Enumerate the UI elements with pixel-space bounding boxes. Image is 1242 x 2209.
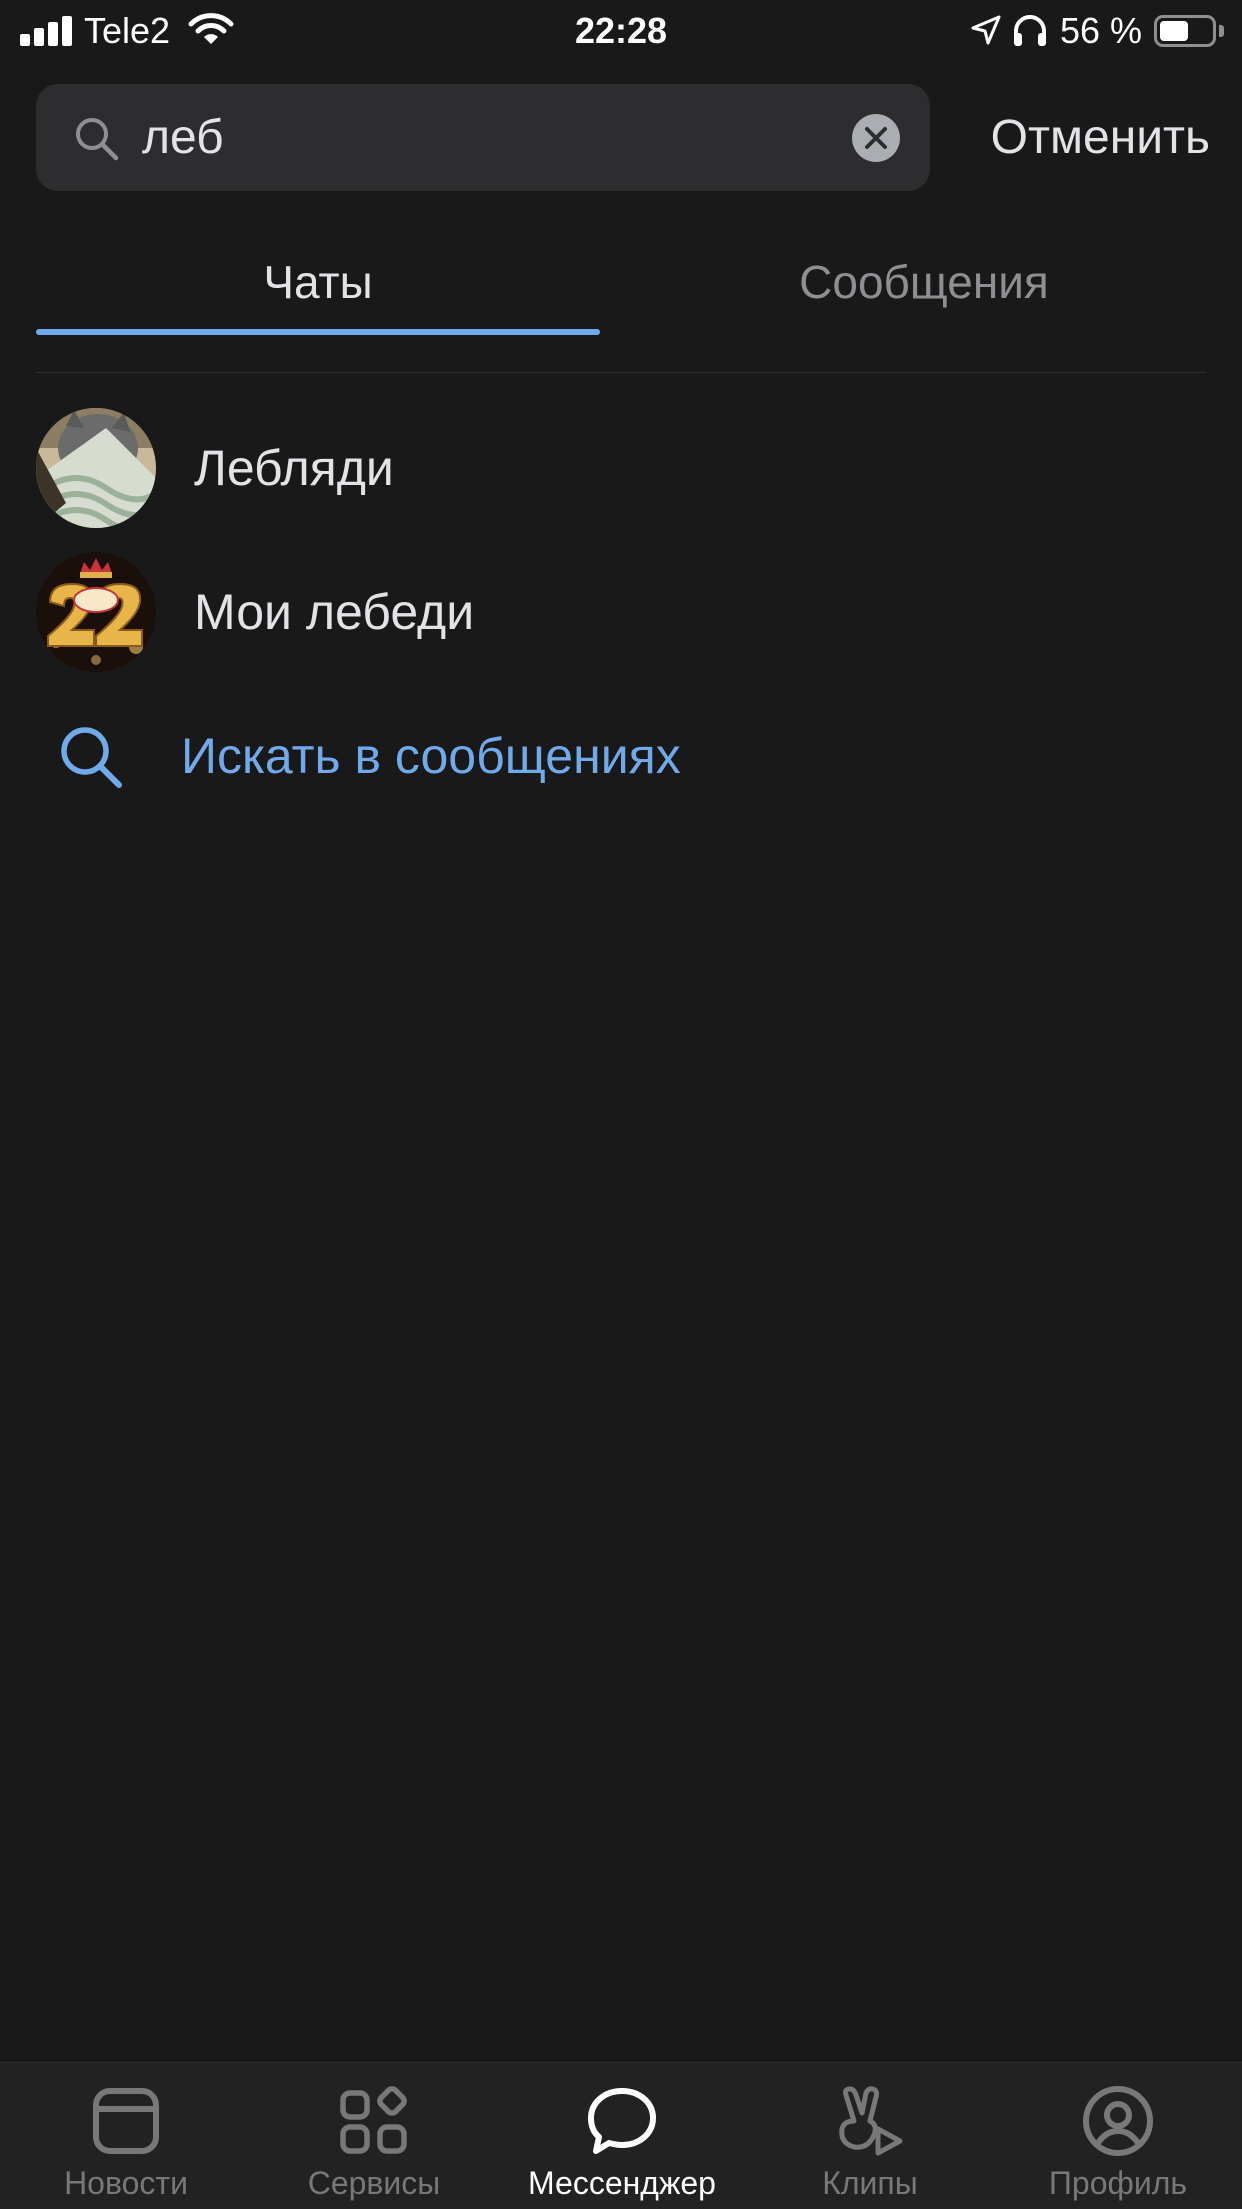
clips-icon [839,2086,903,2156]
chat-result-item[interactable]: Лебляди [0,398,1242,538]
chat-result-item[interactable]: Мои лебеди [0,542,1242,682]
tab-messages[interactable]: Сообщения [642,252,1206,316]
search-icon [74,116,120,167]
tab-profile[interactable]: Профиль [994,2063,1242,2209]
profile-icon [1083,2086,1153,2156]
tab-services-label: Сервисы [307,2165,441,2201]
cancel-button[interactable]: Отменить [960,108,1210,168]
avatar [36,552,156,672]
search-in-messages-label: Искать в сообщениях [181,728,681,784]
number-22-birthday-image [36,552,156,672]
services-icon [340,2086,407,2154]
tab-chats[interactable]: Чаты [36,252,600,316]
battery-level-fill [1160,21,1188,41]
location-arrow-icon [970,14,1002,51]
news-icon [93,2088,159,2154]
cat-photo-image [36,408,156,528]
search-field[interactable] [36,84,930,191]
headphones-icon [1012,13,1048,52]
search-in-messages-button[interactable]: Искать в сообщениях [0,690,1242,822]
tab-messenger-label: Мессенджер [528,2165,716,2201]
close-icon [865,127,887,149]
avatar [36,408,156,528]
tab-services[interactable]: Сервисы [250,2063,498,2209]
battery-cap [1219,25,1224,37]
status-bar: Tele2 22:28 56 % [0,0,1242,62]
bottom-tab-bar: Новости Сервисы Мессенджер Клипы Профиль [0,2062,1242,2209]
tab-messenger[interactable]: Мессенджер [498,2063,746,2209]
battery-icon [1154,15,1216,47]
tab-profile-label: Профиль [1048,2165,1188,2201]
tab-news-label: Новости [64,2165,188,2201]
chat-name: Лебляди [194,440,394,496]
clock: 22:28 [574,10,668,51]
messenger-icon [588,2088,656,2154]
search-icon [58,724,124,795]
chat-name: Мои лебеди [194,584,475,640]
tab-news[interactable]: Новости [2,2063,250,2209]
search-input[interactable] [142,102,862,172]
clear-search-button[interactable] [852,114,900,162]
battery-percentage: 56 % [1060,10,1143,51]
tab-clips-label: Клипы [822,2165,918,2201]
active-tab-indicator [36,329,600,335]
tab-clips[interactable]: Клипы [746,2063,994,2209]
divider [36,372,1206,373]
